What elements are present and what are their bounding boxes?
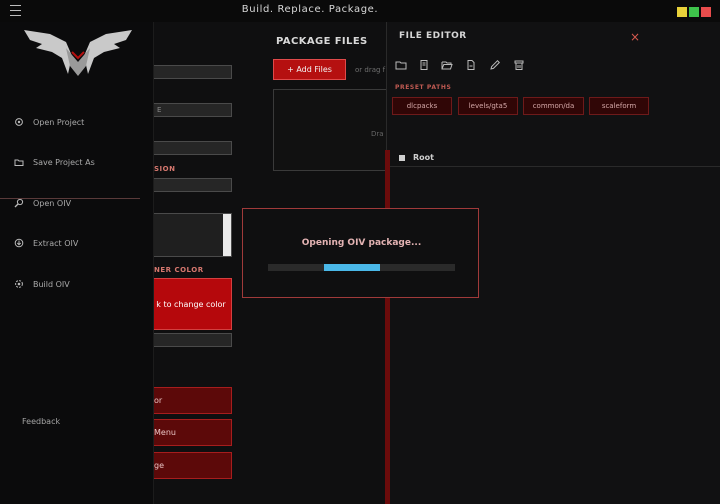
file-editor-title: FILE EDITOR xyxy=(399,31,467,41)
open-folder-icon[interactable] xyxy=(441,59,453,71)
sidebar-item-label: Open Project xyxy=(33,117,85,127)
close-icon[interactable]: × xyxy=(630,30,640,44)
change-color-label: k to change color xyxy=(156,299,226,309)
loading-progress-bar xyxy=(268,264,455,271)
sidebar xyxy=(0,22,154,504)
notes-textarea[interactable] xyxy=(150,213,232,257)
sidebar-item-label: Save Project As xyxy=(33,157,95,167)
feedback-link[interactable]: Feedback xyxy=(22,417,60,426)
close-window-button[interactable] xyxy=(701,7,711,17)
preset-common[interactable]: common/da xyxy=(523,97,584,115)
tree-root-node[interactable]: Root xyxy=(399,153,434,162)
option-button-1[interactable]: or xyxy=(150,387,232,414)
preset-dlcpacks[interactable]: dlcpacks xyxy=(392,97,452,115)
preset-levels[interactable]: levels/gta5 xyxy=(458,97,518,115)
sidebar-item-save-project-as[interactable]: Save Project As xyxy=(14,154,95,170)
drag-hint: or drag f xyxy=(355,66,386,74)
sidebar-item-build-oiv[interactable]: Build OIV xyxy=(14,276,70,292)
maximize-button[interactable] xyxy=(689,7,699,17)
tree-divider xyxy=(390,166,720,167)
loading-dialog: Opening OIV package... xyxy=(242,208,479,298)
version-label: SION xyxy=(154,165,176,173)
loading-message: Opening OIV package... xyxy=(301,238,422,248)
file-drop-area[interactable]: Dra xyxy=(273,89,388,171)
tree-scroll-bar[interactable] xyxy=(385,150,390,504)
root-label: Root xyxy=(413,153,434,162)
minimize-button[interactable] xyxy=(677,7,687,17)
delete-icon[interactable] xyxy=(513,59,525,71)
banner-color-label: NER COLOR xyxy=(154,266,204,274)
root-node-icon xyxy=(399,154,405,161)
sidebar-item-label: Open OIV xyxy=(33,198,72,208)
package-files-title: PACKAGE FILES xyxy=(276,36,368,47)
drop-hint: Dra xyxy=(371,130,384,138)
sidebar-divider xyxy=(0,198,140,199)
project-name-field[interactable] xyxy=(150,65,232,79)
add-files-button[interactable]: + Add Files xyxy=(273,59,346,80)
search-icon xyxy=(14,198,24,208)
preset-paths-label: PRESET PATHS xyxy=(395,84,452,91)
color-hex-field[interactable] xyxy=(150,333,232,347)
sidebar-item-open-project[interactable]: Open Project xyxy=(14,114,84,130)
new-folder-icon[interactable] xyxy=(395,59,407,71)
build-icon xyxy=(15,280,23,288)
textarea-scrollbar[interactable] xyxy=(223,214,231,256)
app-logo xyxy=(24,30,132,76)
edit-icon[interactable] xyxy=(489,59,501,71)
progress-fill xyxy=(324,264,381,271)
banner-color-button[interactable]: k to change color xyxy=(150,278,232,330)
document-icon[interactable] xyxy=(465,59,477,71)
folder-icon xyxy=(14,159,24,166)
version-field[interactable] xyxy=(150,178,232,192)
author-field[interactable]: E xyxy=(150,103,232,117)
file-icon[interactable] xyxy=(418,59,430,71)
preset-scaleform[interactable]: scaleform xyxy=(589,97,649,115)
gear-icon xyxy=(15,118,23,126)
sidebar-item-label: Build OIV xyxy=(33,279,70,289)
sidebar-item-extract-oiv[interactable]: Extract OIV xyxy=(14,235,78,251)
option-button-2[interactable]: Menu xyxy=(150,419,232,446)
option-button-3[interactable]: ge xyxy=(150,452,232,479)
description-field[interactable] xyxy=(150,141,232,155)
sidebar-item-label: Extract OIV xyxy=(33,238,79,248)
app-title: Build. Replace. Package. xyxy=(241,4,379,15)
extract-icon xyxy=(14,238,24,248)
